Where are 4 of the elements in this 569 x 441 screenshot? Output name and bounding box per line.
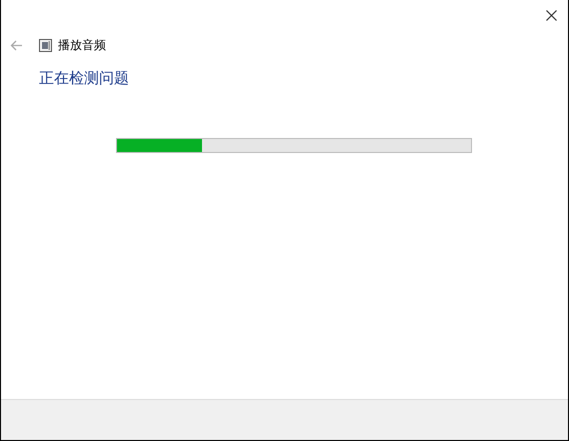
- back-arrow-icon: [10, 40, 22, 50]
- window-title: 播放音频: [58, 37, 106, 54]
- status-heading: 正在检测问题: [39, 68, 129, 89]
- close-icon: [546, 10, 556, 20]
